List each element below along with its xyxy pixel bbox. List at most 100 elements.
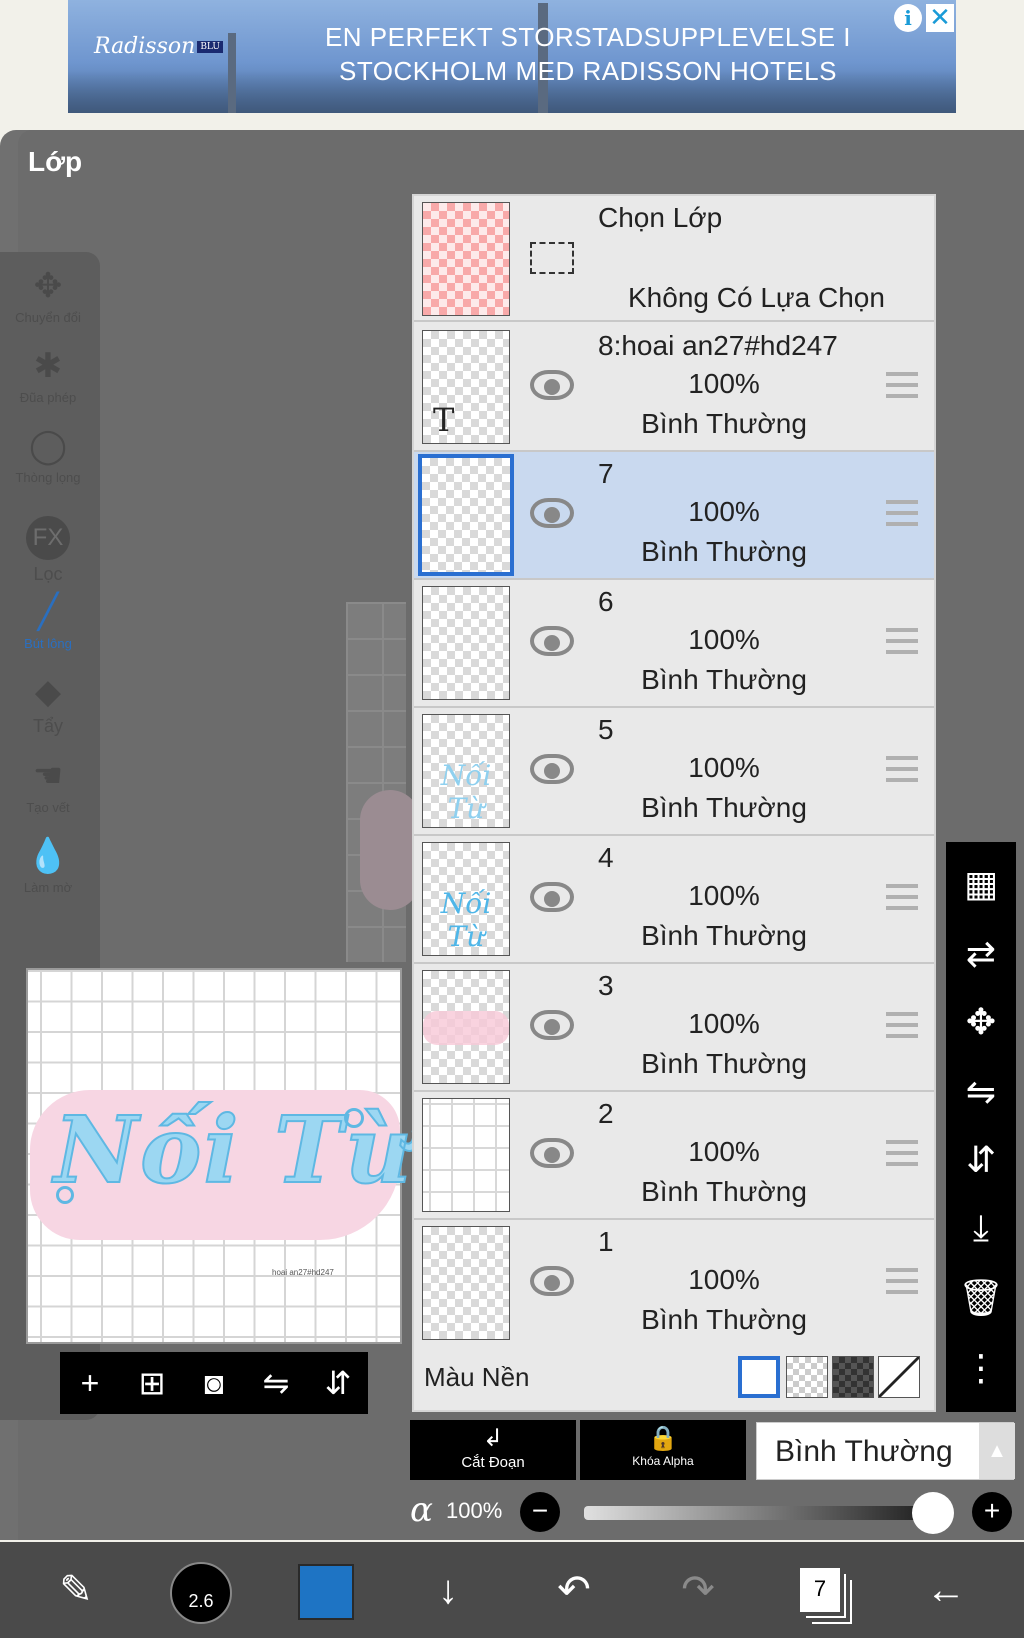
layer-thumbnail: Nối Từ: [422, 714, 510, 828]
lasso-icon: ◯: [28, 427, 68, 465]
layers-button[interactable]: 7: [800, 1568, 840, 1612]
alpha-lock-label: Khóa Alpha: [632, 1454, 694, 1468]
layer-actions-toolbar: ▦ ⇄ ✥ ⇋ ⇵ ⤓ 🗑 ⋮: [946, 842, 1016, 1412]
layer-row[interactable]: 7 100% Bình Thường: [414, 452, 934, 580]
opacity-slider-handle[interactable]: [912, 1492, 954, 1534]
layer-row[interactable]: Nối Từ 4 100% Bình Thường: [414, 836, 934, 964]
eye-icon[interactable]: [530, 370, 574, 400]
color-picker-swatch[interactable]: [298, 1564, 354, 1620]
ad-logo: Radisson BLU: [94, 34, 223, 59]
opacity-increase-button[interactable]: +: [972, 1492, 1012, 1532]
back-arrow-icon[interactable]: ←: [906, 1542, 986, 1638]
drag-handle-icon[interactable]: [886, 756, 918, 782]
opacity-decrease-button[interactable]: −: [520, 1492, 560, 1532]
layer-name: 1: [598, 1226, 614, 1257]
layer-name: 7: [598, 458, 614, 489]
arrow-down-icon[interactable]: ↓: [408, 1542, 488, 1638]
drag-handle-icon[interactable]: [886, 500, 918, 526]
tool-smudge[interactable]: ☚ Tạo vết: [0, 756, 96, 815]
layer-opacity: 100%: [688, 624, 760, 655]
close-icon[interactable]: ✕: [926, 4, 954, 32]
selection-layer-row[interactable]: Chọn Lớp Không Có Lựa Chọn: [414, 196, 934, 322]
pen-eraser-toggle-icon[interactable]: ✎: [36, 1542, 116, 1638]
tool-magic-wand[interactable]: ✱ Đũa phép: [0, 346, 96, 405]
flip-v-icon[interactable]: ⇵: [308, 1352, 368, 1414]
thumb-pink-shape: [423, 1011, 509, 1045]
layer-row[interactable]: 1 100% Bình Thường: [414, 1220, 934, 1348]
info-icon[interactable]: i: [894, 4, 922, 32]
layer-row[interactable]: T 8:hoai an27#hd247 100% Bình Thường: [414, 324, 934, 452]
eye-icon[interactable]: [530, 626, 574, 656]
tool-label: Bút lông: [24, 636, 72, 651]
bg-dark-checker-swatch[interactable]: [832, 1356, 874, 1398]
drag-handle-icon[interactable]: [886, 884, 918, 910]
move-icon: ✥: [33, 267, 63, 305]
alpha-lock-button[interactable]: 🔒 Khóa Alpha: [580, 1420, 746, 1480]
brush-size-button[interactable]: 2.6: [170, 1562, 232, 1624]
layer-name: 2: [598, 1098, 614, 1129]
clipping-label: Cắt Đoạn: [461, 1454, 525, 1471]
layer-opacity: 100%: [688, 1008, 760, 1039]
layer-thumbnail: [422, 586, 510, 700]
swap-layer-icon[interactable]: ⇄: [946, 922, 1016, 986]
layer-blend-mode: Bình Thường: [641, 792, 807, 823]
tool-label: Tẩy: [32, 716, 63, 736]
trash-icon[interactable]: 🗑: [946, 1266, 1016, 1330]
tool-filter[interactable]: FX Lọc: [0, 514, 96, 585]
layer-opacity: 100%: [688, 368, 760, 399]
tool-label: Làm mờ: [23, 880, 73, 895]
drag-handle-icon[interactable]: [886, 628, 918, 654]
add-layer-icon[interactable]: ⊞: [122, 1352, 182, 1414]
eye-icon[interactable]: [530, 754, 574, 784]
layer-thumbnail: [422, 1098, 510, 1212]
ad-banner[interactable]: Radisson BLU EN PERFEKT STORSTADSUPPLEVEL…: [68, 0, 956, 113]
merge-down-icon[interactable]: ⤓: [946, 1196, 1016, 1260]
layer-blend-mode: Bình Thường: [641, 1048, 807, 1079]
drag-handle-icon[interactable]: [886, 372, 918, 398]
eye-icon[interactable]: [530, 1266, 574, 1296]
layer-row[interactable]: 3 100% Bình Thường: [414, 964, 934, 1092]
tool-blur[interactable]: 💧 Làm mờ: [0, 836, 96, 895]
drag-handle-icon[interactable]: [886, 1268, 918, 1294]
panel-title: Lớp: [28, 146, 83, 177]
flip-h-icon[interactable]: ⇋: [246, 1352, 306, 1414]
tool-eraser[interactable]: ◆ Tẩy: [0, 672, 96, 737]
eye-icon[interactable]: [530, 882, 574, 912]
selection-status: Không Có Lựa Chọn: [628, 282, 885, 313]
bg-white-swatch[interactable]: [738, 1356, 780, 1398]
bg-none-swatch[interactable]: [878, 1356, 920, 1398]
background-color-row: Màu Nền: [414, 1346, 934, 1410]
checker-icon[interactable]: ▦: [946, 852, 1016, 916]
artwork-signature: hoai an27#hd247: [272, 1268, 334, 1277]
tool-lasso[interactable]: ◯ Thòng lọng: [0, 426, 96, 485]
layer-opacity: 100%: [688, 1136, 760, 1167]
drag-handle-icon[interactable]: [886, 1140, 918, 1166]
eye-icon[interactable]: [530, 1010, 574, 1040]
flip-h-icon[interactable]: ⇋: [946, 1060, 1016, 1124]
ad-spire: [228, 33, 236, 113]
tool-transform[interactable]: ✥ Chuyển đổi: [0, 266, 96, 325]
opacity-slider[interactable]: [584, 1506, 924, 1520]
bg-transparent-swatch[interactable]: [786, 1356, 828, 1398]
selection-thumbnail: [422, 202, 510, 316]
layer-row[interactable]: 6 100% Bình Thường: [414, 580, 934, 708]
move-icon[interactable]: ✥: [946, 990, 1016, 1054]
blend-mode-select[interactable]: Bình Thường ▲: [756, 1422, 1015, 1480]
camera-icon[interactable]: ◙: [184, 1352, 244, 1414]
clipping-button[interactable]: ↲ Cắt Đoạn: [410, 1420, 576, 1480]
layer-row[interactable]: 2 100% Bình Thường: [414, 1092, 934, 1220]
flip-v-icon[interactable]: ⇵: [946, 1128, 1016, 1192]
layer-name: 5: [598, 714, 614, 745]
drag-handle-icon[interactable]: [886, 1012, 918, 1038]
redo-icon[interactable]: ↷: [658, 1542, 738, 1638]
layer-row[interactable]: Nối Từ 5 100% Bình Thường: [414, 708, 934, 836]
opacity-value: 100%: [446, 1498, 503, 1523]
eye-icon[interactable]: [530, 1138, 574, 1168]
fx-icon: FX: [26, 516, 70, 560]
thumb-artwork-text: Nối Từ: [440, 887, 492, 953]
more-icon[interactable]: ⋮: [946, 1336, 1016, 1400]
eye-icon[interactable]: [530, 498, 574, 528]
undo-icon[interactable]: ↶: [534, 1542, 614, 1638]
add-icon[interactable]: +: [60, 1352, 120, 1414]
tool-brush[interactable]: ╱ Bút lông: [0, 592, 96, 651]
